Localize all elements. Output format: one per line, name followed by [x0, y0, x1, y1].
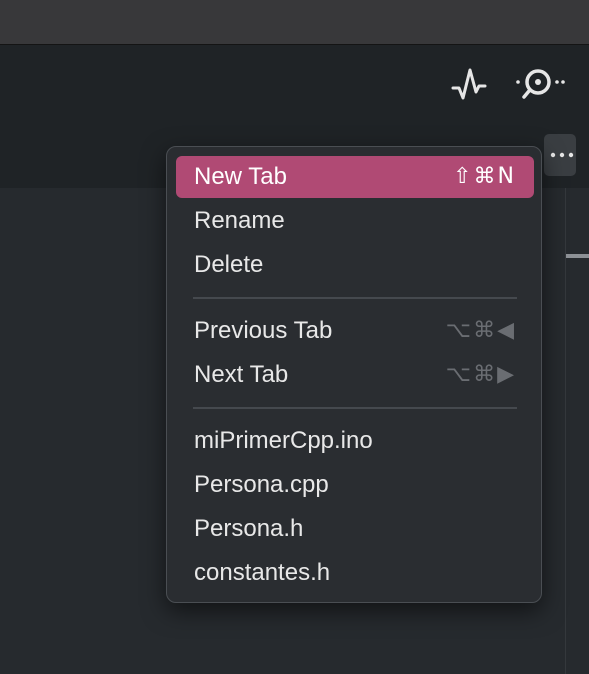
menu-separator: [193, 297, 517, 299]
menu-item-label: Persona.cpp: [194, 471, 329, 498]
serial-monitor-icon[interactable]: [514, 62, 568, 104]
menu-item-label: miPrimerCpp.ino: [194, 427, 373, 454]
menu-item-label: Rename: [194, 207, 285, 234]
menu-item-file-persona-cpp[interactable]: Persona.cpp: [176, 464, 534, 506]
menu-item-new-tab[interactable]: New Tab ⇧⌘N: [176, 156, 534, 198]
menu-item-next-tab[interactable]: Next Tab ⌥⌘▶: [176, 354, 534, 396]
panel-divider: [565, 188, 566, 674]
menu-item-rename[interactable]: Rename: [176, 200, 534, 242]
menu-item-file-constantes-h[interactable]: constantes.h: [176, 552, 534, 594]
menu-separator: [193, 407, 517, 409]
menu-item-shortcut: ⌥⌘◀: [445, 318, 516, 343]
menu-item-label: Previous Tab: [194, 317, 333, 344]
menu-item-file-persona-h[interactable]: Persona.h: [176, 508, 534, 550]
menu-item-label: Delete: [194, 251, 264, 278]
menu-item-shortcut: ⌥⌘▶: [445, 362, 516, 387]
ellipsis-icon: [550, 152, 574, 158]
serial-plotter-icon[interactable]: [450, 62, 488, 104]
menu-item-shortcut: ⇧⌘N: [453, 164, 516, 189]
more-options-button[interactable]: [544, 134, 576, 176]
window-titlebar: [0, 0, 589, 45]
menu-item-label: Persona.h: [194, 515, 304, 542]
tab-context-menu: New Tab ⇧⌘N Rename Delete Previous Tab ⌥…: [166, 146, 542, 603]
menu-item-label: Next Tab: [194, 361, 289, 388]
scrollbar-thumb[interactable]: [566, 254, 589, 258]
menu-item-file-miprimercpp-ino[interactable]: miPrimerCpp.ino: [176, 420, 534, 462]
menu-item-label: New Tab: [194, 163, 287, 190]
menu-item-label: constantes.h: [194, 559, 331, 586]
menu-item-previous-tab[interactable]: Previous Tab ⌥⌘◀: [176, 310, 534, 352]
menu-item-delete[interactable]: Delete: [176, 244, 534, 286]
